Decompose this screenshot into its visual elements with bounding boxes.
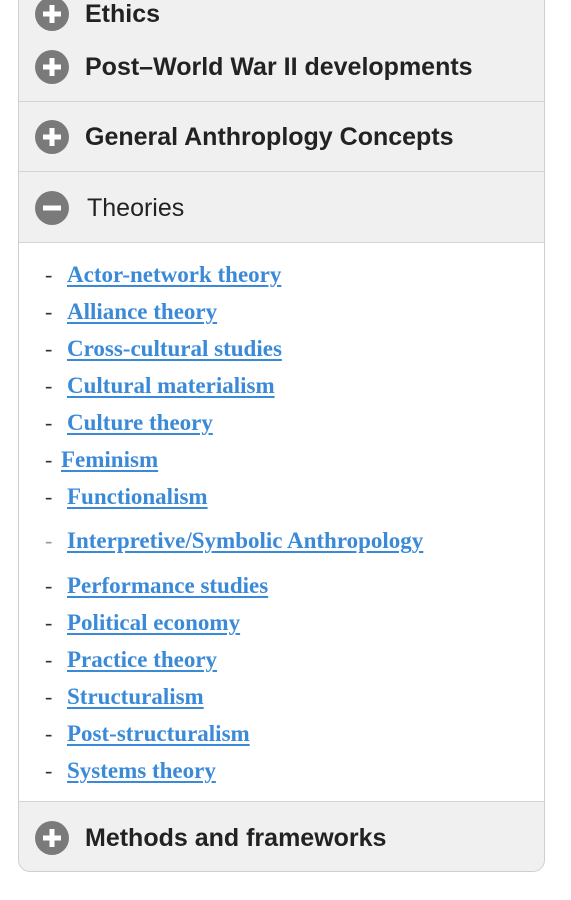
theory-link[interactable]: Functionalism — [67, 479, 208, 515]
theory-link[interactable]: Performance studies — [67, 568, 268, 604]
list-dash: - — [45, 528, 53, 553]
plus-circle-icon — [35, 120, 69, 154]
list-dash: - — [45, 758, 53, 783]
list-item: - Feminism — [45, 442, 158, 478]
list-item: - Post-structuralism — [45, 716, 250, 752]
theory-link[interactable]: Actor-network theory — [67, 257, 281, 293]
list-item: - Cross-cultural studies — [45, 331, 282, 367]
theory-link[interactable]: Cultural materialism — [67, 368, 275, 404]
section-header-post-war[interactable]: Post–World War II developments — [19, 32, 544, 102]
list-dash: - — [45, 262, 53, 287]
theory-link[interactable]: Political economy — [67, 605, 240, 641]
section-title: General Anthroplogy Concepts — [85, 123, 454, 151]
list-dash: - — [45, 647, 53, 672]
theory-link[interactable]: Structuralism — [67, 679, 204, 715]
list-item: - Structuralism — [45, 679, 204, 715]
theory-link[interactable]: Systems theory — [67, 753, 216, 789]
theories-panel: - Actor-network theory - Alliance theory -… — [19, 243, 544, 802]
plus-circle-icon — [35, 821, 69, 855]
theory-link[interactable]: Alliance theory — [67, 294, 217, 330]
list-dash: - — [45, 721, 53, 746]
list-dash: - — [45, 610, 53, 635]
list-item: - Practice theory — [45, 642, 217, 678]
theory-link[interactable]: Post-structuralism — [67, 716, 250, 752]
section-title: Theories — [87, 194, 185, 222]
section-title: Methods and frameworks — [85, 824, 387, 852]
list-item: - Actor-network theory — [45, 257, 281, 293]
list-item: - Functionalism — [45, 479, 208, 515]
list-dash: - — [45, 373, 53, 398]
theory-link[interactable]: Culture theory — [67, 405, 213, 441]
list-item: - Cultural materialism — [45, 368, 275, 404]
theory-link[interactable]: Cross-cultural studies — [67, 331, 282, 367]
list-item: - Systems theory — [45, 753, 216, 789]
section-header-methods[interactable]: Methods and frameworks — [19, 803, 544, 871]
list-dash: - — [45, 299, 53, 324]
plus-circle-icon — [35, 0, 69, 31]
list-dash: - — [45, 410, 53, 435]
list-dash: - — [45, 336, 53, 361]
list-dash: - — [45, 684, 53, 709]
section-title: Post–World War II developments — [85, 53, 473, 81]
theory-link[interactable]: Interpretive/Symbolic Anthropology — [67, 523, 423, 559]
list-item: - Performance studies — [45, 568, 268, 604]
list-dash: - — [45, 447, 53, 472]
list-item: - Political economy — [45, 605, 240, 641]
list-item: - Interpretive/Symbolic Anthropology — [45, 523, 423, 559]
list-dash: - — [45, 484, 53, 509]
accordion: Ethics Post–World War II developments Ge… — [18, 0, 545, 872]
list-item: - Culture theory — [45, 405, 213, 441]
theory-link[interactable]: Practice theory — [67, 642, 217, 678]
list-dash: - — [45, 573, 53, 598]
section-header-theories[interactable]: Theories — [19, 173, 544, 243]
minus-circle-icon — [35, 191, 69, 225]
plus-circle-icon — [35, 50, 69, 84]
theory-link[interactable]: Feminism — [61, 442, 158, 478]
list-item: - Alliance theory — [45, 294, 217, 330]
section-header-general-concepts[interactable]: General Anthroplogy Concepts — [19, 102, 544, 172]
